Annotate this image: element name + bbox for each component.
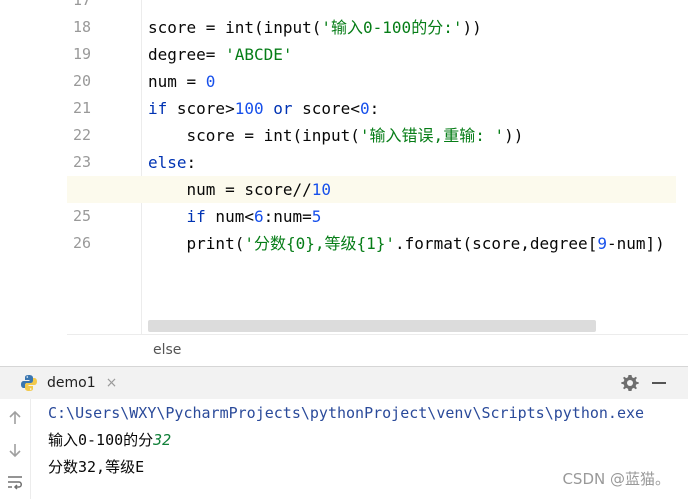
code-token: else [148,153,187,172]
code-token: 9 [597,234,607,253]
code-editor[interactable]: 17181920212223242526 score = int(input('… [0,0,688,366]
run-tab-demo1[interactable]: demo1 × [20,367,117,399]
line-number[interactable]: 17 [67,0,91,14]
code-line[interactable]: num = 0 [142,68,676,95]
line-number[interactable]: 26 [67,230,91,257]
code-line[interactable]: else: [142,149,676,176]
horizontal-scrollbar[interactable] [148,320,596,332]
code-token: '分数{0},等级{1}' [244,234,396,253]
line-number[interactable]: 18 [67,14,91,41]
console-user-input: 32 [153,431,172,449]
watermark: CSDN @蓝猫。 [562,470,670,488]
code-text: score = int(input('输入错误,重输: ')) [142,126,524,145]
run-toolbar [0,399,31,499]
run-tool-window-header: demo1 × [0,366,688,400]
code-token: num< [205,207,254,226]
close-icon[interactable]: × [106,375,118,391]
line-number[interactable]: 21 [67,95,91,122]
arrow-down-icon[interactable] [5,440,25,460]
code-token: '输入错误,重输: ' [359,126,505,145]
editor-left-margin [0,0,67,366]
code-token: -num]) [606,234,665,253]
code-token: score = int(input( [148,18,322,37]
code-token: 6 [253,207,264,226]
minimize-icon[interactable] [652,382,666,384]
breadcrumb[interactable]: else [153,342,181,358]
console-result: 分数32,等级E [48,458,145,476]
run-tab-label: demo1 [47,375,96,391]
vertical-scrollbar[interactable] [676,0,688,334]
code-token: print( [148,234,245,253]
line-number[interactable]: 23 [67,149,91,176]
code-token: score> [167,99,235,118]
console-interpreter-path[interactable]: C:\Users\WXY\PycharmProjects\pythonProje… [48,400,644,427]
code-token: 0 [359,99,370,118]
code-token: )) [504,126,524,145]
python-icon [21,375,37,391]
code-token: )) [462,18,482,37]
code-token: : [186,153,197,172]
code-token: num = score// [148,180,312,199]
code-line[interactable]: score = int(input('输入0-100的分:')) [142,14,676,41]
code-text: if num<6:num=5 [142,207,322,226]
code-token: 0 [205,72,216,91]
code-token: or [273,99,293,118]
code-token: : [369,99,380,118]
code-text: degree= 'ABCDE' [142,45,293,64]
code-text: else: [142,153,196,172]
line-number[interactable]: 19 [67,41,91,68]
code-line[interactable]: num = score//10 [67,176,688,203]
code-text: num = 0 [142,72,215,91]
code-token: .format(score,degree[ [395,234,598,253]
code-token: '输入0-100的分:' [321,18,463,37]
code-token: degree= [148,45,226,64]
console-prompt: 输入0-100的分 [48,431,154,449]
code-token: num = [148,72,206,91]
code-token: 10 [311,180,332,199]
code-line[interactable]: if num<6:num=5 [142,203,676,230]
code-token: if [148,99,168,118]
arrow-up-icon[interactable] [5,408,25,428]
code-line[interactable]: score = int(input('输入错误,重输: ')) [142,122,676,149]
code-text: score = int(input('输入0-100的分:')) [142,18,482,37]
soft-wrap-icon[interactable] [5,472,25,492]
gear-icon[interactable] [620,373,640,393]
breadcrumb-bar: else [67,334,688,366]
code-area[interactable]: score = int(input('输入0-100的分:')) degree= … [67,0,688,334]
code-line[interactable]: if score>100 or score<0: [142,95,676,122]
line-number[interactable]: 25 [67,203,91,230]
line-number-gutter[interactable]: 17181920212223242526 [67,0,142,334]
code-token: score< [292,99,360,118]
code-token: 'ABCDE' [225,45,293,64]
run-console-panel: C:\Users\WXY\PycharmProjects\pythonProje… [0,399,688,499]
code-line[interactable]: degree= 'ABCDE' [142,41,676,68]
code-line[interactable]: print('分数{0},等级{1}'.format(score,degree[… [142,230,676,257]
code-text: print('分数{0},等级{1}'.format(score,degree[… [142,234,665,253]
code-text: if score>100 or score<0: [142,99,379,118]
line-number[interactable]: 20 [67,68,91,95]
code-line[interactable] [142,0,676,14]
code-token: 5 [311,207,322,226]
code-token: 100 [234,99,264,118]
code-token: :num= [263,207,312,226]
code-text: num = score//10 [67,180,332,199]
console-prompt-line: 输入0-100的分32 [48,427,171,454]
code-token: if [186,207,206,226]
code-token: score = int(input( [148,126,360,145]
line-number[interactable]: 22 [67,122,91,149]
